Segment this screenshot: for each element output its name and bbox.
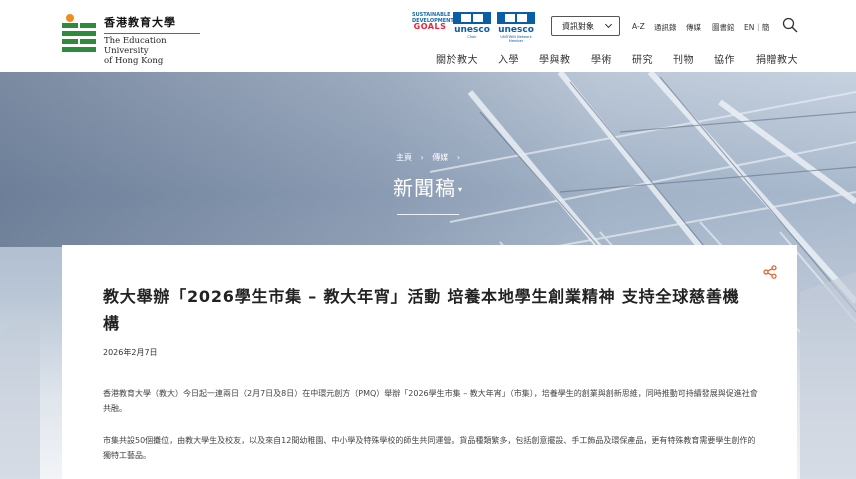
eduhk-emblem-icon (62, 14, 96, 52)
unesco-unitwin-word: unesco (498, 25, 534, 35)
logo-english-line2: of Hong Kong (104, 56, 164, 66)
nav-collaboration[interactable]: 協作 (714, 51, 735, 66)
audience-select[interactable]: 資訊對象 (551, 16, 620, 36)
audience-select-label: 資訊對象 (562, 21, 594, 31)
sdg-goals: GOALS (413, 22, 447, 31)
page-title-dropdown[interactable]: 新聞稿 ▾ (0, 172, 856, 201)
unesco-temple-icon (453, 12, 491, 24)
nav-publications[interactable]: 刊物 (673, 51, 694, 66)
az-link[interactable]: A-Z (632, 22, 645, 31)
nav-research[interactable]: 研究 (632, 51, 653, 66)
breadcrumb: 主頁 › 傳媒 › (0, 152, 856, 163)
search-icon[interactable] (782, 17, 798, 33)
breadcrumb-separator: › (420, 153, 424, 162)
article-headline: 教大舉辦「2026學生市集 – 教大年宵」活動 培養本地學生創業精神 支持全球慈… (103, 287, 740, 333)
logo-wordmark: 香港教育大學 The Education University of Hong … (104, 14, 210, 66)
nav-learning-teaching[interactable]: 學與教 (539, 51, 571, 66)
site-header: 香港教育大學 The Education University of Hong … (0, 0, 856, 72)
language-switch[interactable]: EN｜簡 (744, 22, 769, 33)
breadcrumb-media[interactable]: 傳媒 (432, 153, 448, 162)
article-date: 2026年2月7日 (103, 348, 158, 357)
breadcrumb-separator: › (456, 153, 461, 162)
nav-academics[interactable]: 學術 (591, 51, 612, 66)
unesco-chair-sub: Chair (467, 35, 477, 39)
partner-logos: SUSTAINABLE DEVELOPMENT GOALS unesco Cha… (412, 12, 536, 43)
logo-divider (104, 33, 200, 34)
library-link[interactable]: 圖書館 (712, 22, 735, 33)
share-icon[interactable] (763, 265, 777, 279)
unesco-chair-logo[interactable]: unesco Chair (452, 12, 492, 40)
breadcrumb-home[interactable]: 主頁 (396, 153, 412, 162)
logo-english-line1: The Education University (104, 36, 167, 56)
article-paragraph-1: 香港教育大學（教大）今日起一連兩日（2月7日及8日）在中環元創方（PMQ）舉辦「… (103, 389, 758, 413)
article-card: 教大舉辦「2026學生市集 – 教大年宵」活動 培養本地學生創業精神 支持全球慈… (62, 245, 797, 479)
page-title: 新聞稿 (392, 176, 456, 200)
nav-giving[interactable]: 捐贈教大 (756, 51, 798, 66)
nav-admissions[interactable]: 入學 (498, 51, 519, 66)
directory-link[interactable]: 通訊錄 (654, 22, 677, 33)
nav-about[interactable]: 關於教大 (436, 51, 478, 66)
eduhk-logo[interactable]: 香港教育大學 The Education University of Hong … (60, 12, 210, 66)
caret-down-icon: ▾ (457, 185, 463, 194)
unesco-unitwin-logo[interactable]: unesco UNITWIN Network Member (496, 12, 536, 43)
unesco-temple-icon (497, 12, 535, 24)
logo-chinese-name: 香港教育大學 (104, 16, 176, 29)
unesco-unitwin-sub: UNITWIN Network Member (500, 35, 532, 43)
article-paragraph-2: 市集共設50個攤位，由教大學生及校友，以及來自12間幼稚園、中小學及特殊學校的師… (103, 436, 756, 460)
chevron-down-icon (604, 20, 613, 29)
unesco-chair-word: unesco (454, 25, 490, 35)
title-underline (397, 214, 459, 215)
media-link[interactable]: 傳媒 (686, 22, 701, 33)
sdg-logo[interactable]: SUSTAINABLE DEVELOPMENT GOALS (412, 12, 454, 40)
